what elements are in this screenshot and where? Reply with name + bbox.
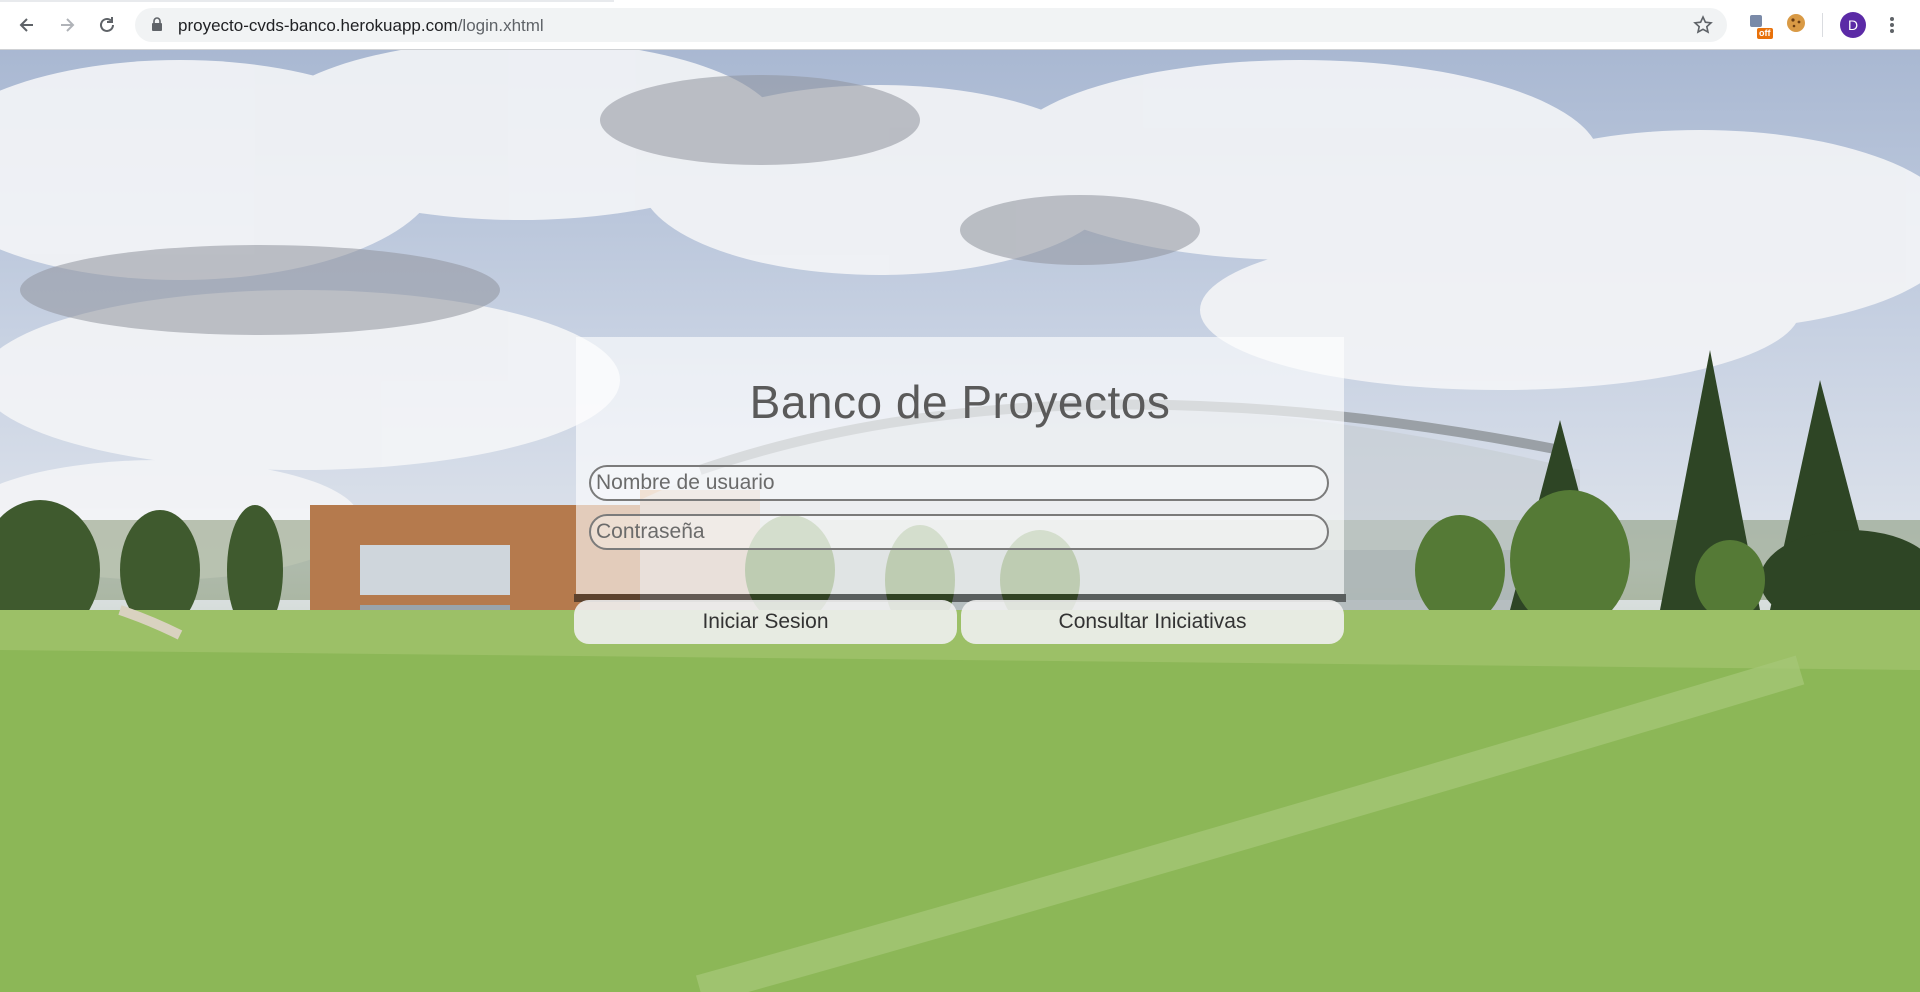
lock-icon — [152, 17, 162, 31]
cookie-extension-icon[interactable] — [1785, 12, 1811, 38]
forward-button[interactable] — [52, 10, 82, 40]
page-viewport: Banco de Proyectos Iniciar Sesion Consul… — [0, 50, 1920, 992]
back-button[interactable] — [12, 10, 42, 40]
address-bar[interactable]: proyecto-cvds-banco.herokuapp.com/login.… — [135, 8, 1727, 42]
reload-icon — [100, 17, 114, 32]
username-input[interactable] — [589, 465, 1329, 501]
consult-initiatives-button[interactable]: Consultar Iniciativas — [961, 600, 1344, 644]
login-button[interactable]: Iniciar Sesion — [574, 600, 957, 644]
password-input[interactable] — [589, 514, 1329, 550]
browser-menu-button[interactable] — [1877, 10, 1907, 40]
profile-avatar[interactable]: D — [1840, 12, 1866, 38]
extension-badge: off — [1757, 28, 1773, 39]
url-text: proyecto-cvds-banco.herokuapp.com/login.… — [178, 16, 544, 36]
page-title: Banco de Proyectos — [749, 376, 1171, 428]
cookie-icon — [1787, 14, 1805, 32]
extension-icon-off[interactable]: off — [1747, 12, 1773, 39]
url-path: /login.xhtml — [457, 16, 544, 35]
login-panel: Banco de Proyectos — [576, 337, 1344, 594]
bookmark-star-icon[interactable] — [1693, 15, 1713, 35]
profile-initial: D — [1847, 17, 1859, 33]
forward-arrow-icon — [61, 18, 75, 32]
reload-button[interactable] — [92, 10, 122, 40]
url-host: proyecto-cvds-banco.herokuapp.com — [178, 16, 458, 35]
loading-indicator — [0, 0, 614, 2]
toolbar-separator — [1822, 13, 1823, 37]
kebab-menu-icon — [1890, 17, 1894, 33]
back-arrow-icon — [19, 18, 33, 32]
browser-toolbar: proyecto-cvds-banco.herokuapp.com/login.… — [0, 0, 1920, 50]
